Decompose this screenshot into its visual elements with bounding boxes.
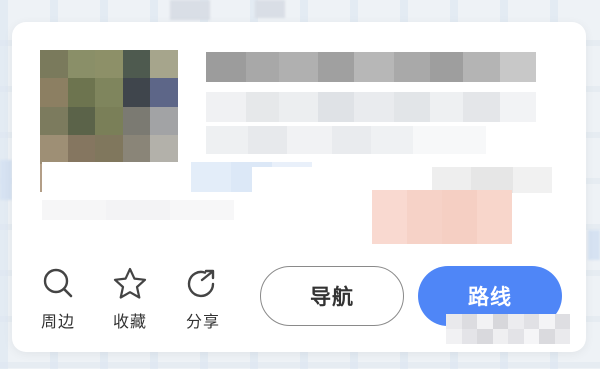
watermark-obscured: [446, 314, 570, 344]
place-tag-obscured: [372, 190, 512, 244]
navigate-button[interactable]: 导航: [260, 266, 404, 326]
nearby-label: 周边: [40, 312, 75, 331]
place-title-obscured: [206, 52, 536, 82]
share-button[interactable]: 分享: [175, 266, 231, 332]
place-info-obscured: [206, 92, 536, 122]
share-label: 分享: [185, 312, 220, 331]
place-desc-obscured: [42, 200, 362, 220]
star-icon: [113, 267, 147, 299]
nearby-button[interactable]: 周边: [30, 266, 86, 332]
favorite-label: 收藏: [112, 312, 147, 331]
favorite-button[interactable]: 收藏: [102, 266, 158, 332]
search-icon: [43, 268, 73, 298]
place-address-obscured: [206, 126, 486, 154]
share-icon: [187, 269, 215, 298]
poi-detail-card: 周边 收藏 分享 导航 路线: [12, 22, 586, 352]
